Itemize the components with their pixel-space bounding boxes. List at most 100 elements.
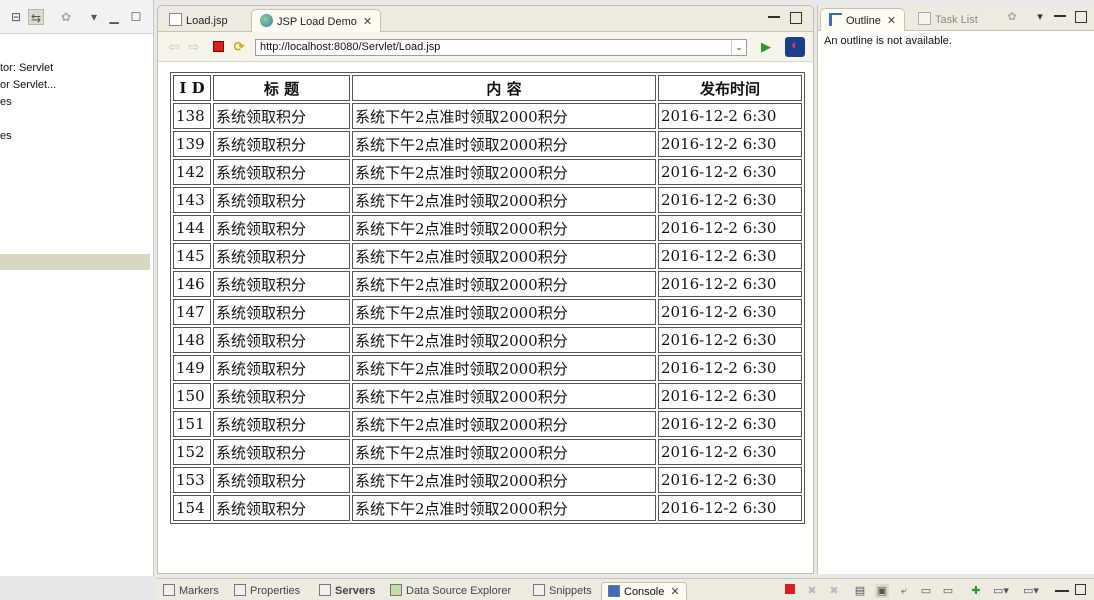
clear-console-icon[interactable]: ▤: [853, 584, 867, 598]
url-dropdown-chevron-icon[interactable]: ⌄: [731, 40, 746, 55]
cell-content: 系统下午2点准时领取2000积分: [352, 355, 656, 381]
forward-arrow-icon[interactable]: ⇨: [186, 39, 202, 55]
cell-content: 系统下午2点准时领取2000积分: [352, 495, 656, 521]
left-toolbar: ⊟ ⇆ ✿ ▾ ▁ ☐: [0, 0, 153, 34]
cell-id: 150: [173, 383, 211, 409]
cell-content: 系统下午2点准时领取2000积分: [352, 327, 656, 353]
outline-maximize-icon[interactable]: [1075, 11, 1087, 23]
selected-tree-row[interactable]: [0, 254, 150, 270]
url-text: http://localhost:8080/Servlet/Load.jsp: [260, 41, 441, 53]
cell-id: 138: [173, 103, 211, 129]
editor-minimize-icon[interactable]: [768, 12, 780, 18]
header-content: 内 容: [352, 75, 656, 101]
tab-snippets[interactable]: Snippets: [533, 582, 592, 600]
show-on-error-icon[interactable]: ▭: [941, 584, 955, 598]
display-console-icon[interactable]: ▭▾: [993, 584, 1009, 598]
tab-outline[interactable]: Outline ✕: [820, 8, 906, 31]
cell-id: 144: [173, 215, 211, 241]
tab-label: Outline: [846, 15, 881, 27]
show-on-output-icon[interactable]: ▭: [919, 584, 933, 598]
filter-icon[interactable]: ✿: [58, 9, 74, 25]
cell-id: 153: [173, 467, 211, 493]
tab-servers[interactable]: Servers: [319, 582, 375, 600]
cell-id: 139: [173, 131, 211, 157]
tab-task-list[interactable]: Task List: [910, 8, 986, 31]
editor-maximize-icon[interactable]: [790, 12, 802, 24]
terminate-icon[interactable]: [783, 584, 797, 598]
stop-icon[interactable]: [210, 39, 226, 55]
tab-data-source-explorer[interactable]: Data Source Explorer: [390, 582, 511, 600]
close-icon[interactable]: ✕: [363, 15, 372, 28]
back-arrow-icon[interactable]: ⇦: [166, 39, 182, 55]
tab-jsp-load-demo[interactable]: JSP Load Demo ✕: [251, 9, 382, 32]
minimize-icon[interactable]: ▁: [106, 9, 122, 25]
snippets-icon: [533, 584, 545, 596]
cell-time: 2016-12-2 6:30: [658, 467, 802, 493]
tree-item[interactable]: or Servlet...: [0, 77, 153, 94]
view-menu-chevron-icon[interactable]: ▾: [1034, 11, 1046, 23]
tab-label: Markers: [179, 585, 219, 597]
table-header-row: I D 标 题 内 容 发布时间: [173, 75, 802, 101]
tree-item[interactable]: tor: Servlet: [0, 60, 153, 77]
word-wrap-icon[interactable]: ⤶: [897, 584, 911, 598]
tab-label: Load.jsp: [186, 15, 228, 27]
pin-console-icon[interactable]: ✚: [969, 584, 983, 598]
remove-launch-icon[interactable]: ✖: [805, 584, 819, 598]
link-editor-icon[interactable]: ⇆: [28, 9, 44, 25]
table-row: 147 系统领取积分 系统下午2点准时领取2000积分 2016-12-2 6:30: [173, 299, 802, 325]
collapse-all-icon[interactable]: ⊟: [8, 9, 24, 25]
cell-id: 143: [173, 187, 211, 213]
maximize-icon[interactable]: ☐: [128, 9, 144, 25]
filter-icon[interactable]: ✿: [1006, 11, 1018, 23]
go-arrow-icon[interactable]: ▶: [758, 39, 774, 55]
cell-id: 142: [173, 159, 211, 185]
outline-message: An outline is not available.: [824, 35, 952, 47]
tab-label: Console: [624, 586, 665, 598]
project-tree: tor: Servlet or Servlet... es es: [0, 60, 153, 145]
open-console-icon[interactable]: ▭▾: [1023, 584, 1039, 598]
cell-id: 152: [173, 439, 211, 465]
cell-time: 2016-12-2 6:30: [658, 271, 802, 297]
refresh-icon[interactable]: ⟳: [231, 39, 247, 55]
outline-minimize-icon[interactable]: [1054, 11, 1066, 17]
cell-id: 149: [173, 355, 211, 381]
cell-id: 145: [173, 243, 211, 269]
cell-title: 系统领取积分: [213, 355, 350, 381]
cell-content: 系统下午2点准时领取2000积分: [352, 411, 656, 437]
globe-icon: [260, 14, 273, 27]
console-maximize-icon[interactable]: [1075, 584, 1086, 595]
table-row: 152 系统领取积分 系统下午2点准时领取2000积分 2016-12-2 6:30: [173, 439, 802, 465]
tab-load-jsp[interactable]: Load.jsp: [161, 9, 236, 32]
cell-title: 系统领取积分: [213, 103, 350, 129]
cell-content: 系统下午2点准时领取2000积分: [352, 299, 656, 325]
close-icon[interactable]: ✕: [670, 583, 679, 600]
tab-properties[interactable]: Properties: [234, 582, 300, 600]
tab-console[interactable]: Console ✕: [601, 582, 687, 600]
tree-item[interactable]: [0, 111, 153, 128]
cell-id: 154: [173, 495, 211, 521]
close-icon[interactable]: ✕: [887, 14, 896, 27]
header-id: I D: [173, 75, 211, 101]
cell-title: 系统领取积分: [213, 495, 350, 521]
tree-item[interactable]: es: [0, 128, 153, 145]
cell-content: 系统下午2点准时领取2000积分: [352, 103, 656, 129]
header-title: 标 题: [213, 75, 350, 101]
console-minimize-icon[interactable]: [1055, 584, 1069, 592]
editor-area: Load.jsp JSP Load Demo ✕ ⇦ ⇨ ⟳ http://loc…: [157, 5, 814, 574]
tree-item[interactable]: es: [0, 94, 153, 111]
bottom-panel-tabs: Markers Properties Servers Data Source E…: [157, 578, 1094, 600]
cell-title: 系统领取积分: [213, 383, 350, 409]
url-input[interactable]: http://localhost:8080/Servlet/Load.jsp ⌄: [255, 39, 747, 56]
tab-label: Data Source Explorer: [406, 585, 512, 597]
tab-markers[interactable]: Markers: [163, 582, 219, 600]
cell-title: 系统领取积分: [213, 299, 350, 325]
remove-all-icon[interactable]: ✖: [827, 584, 841, 598]
table-row: 145 系统领取积分 系统下午2点准时领取2000积分 2016-12-2 6:30: [173, 243, 802, 269]
scroll-lock-icon[interactable]: ▣: [875, 584, 889, 598]
cell-title: 系统领取积分: [213, 243, 350, 269]
view-menu-chevron-icon[interactable]: ▾: [86, 9, 102, 25]
eclipse-icon[interactable]: ◐: [785, 37, 805, 57]
cell-content: 系统下午2点准时领取2000积分: [352, 271, 656, 297]
cell-id: 147: [173, 299, 211, 325]
cell-time: 2016-12-2 6:30: [658, 355, 802, 381]
